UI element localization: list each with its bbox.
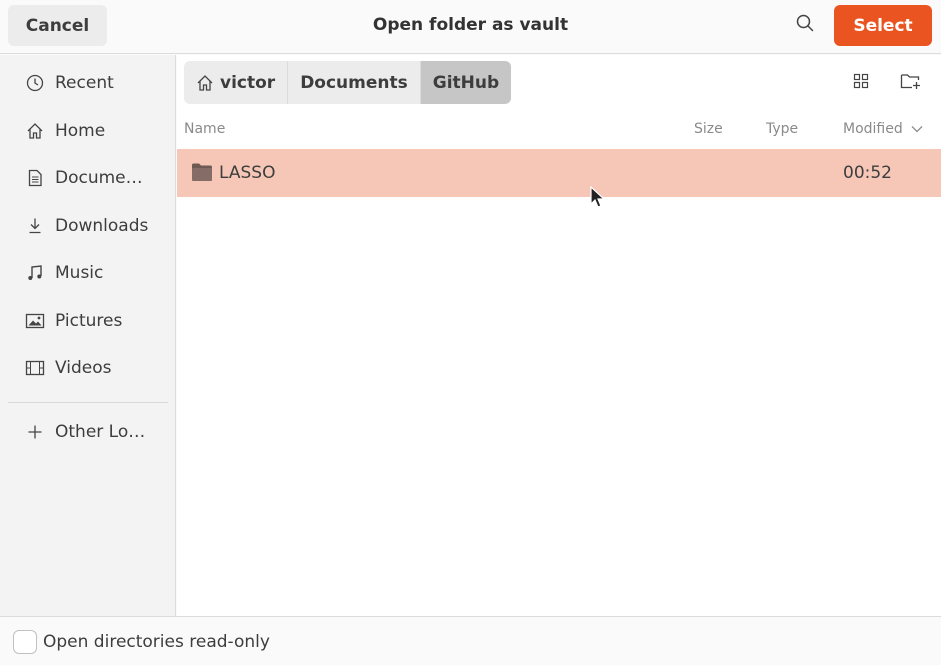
readonly-checkbox-label[interactable]: Open directories read-only (43, 617, 270, 665)
music-icon (24, 262, 46, 284)
sidebar-item-label: Other Lo… (55, 422, 146, 442)
footer-bar: Open directories read-only (0, 616, 941, 665)
film-icon (24, 357, 46, 379)
column-header-name[interactable]: Name (184, 119, 225, 139)
clock-icon (24, 72, 46, 94)
sidebar-divider (8, 402, 168, 403)
sidebar-item-music[interactable]: Music (8, 251, 168, 295)
places-sidebar: Recent Home Docume… Downloads Music Pict… (0, 55, 176, 616)
mouse-pointer-icon (590, 185, 606, 215)
sidebar-item-label: Pictures (55, 311, 123, 331)
file-row-selected[interactable]: LASSO 00:52 (177, 149, 941, 197)
breadcrumb-label: GitHub (432, 72, 500, 93)
home-icon (24, 120, 46, 142)
file-modified: 00:52 (843, 163, 892, 183)
grid-view-icon (853, 73, 869, 94)
column-header-type[interactable]: Type (766, 119, 798, 139)
sidebar-item-documents[interactable]: Docume… (8, 156, 168, 200)
sidebar-item-label: Recent (55, 73, 114, 93)
dialog-title: Open folder as vault (372, 15, 569, 35)
sidebar-item-downloads[interactable]: Downloads (8, 204, 168, 248)
new-folder-icon (900, 72, 922, 95)
download-icon (24, 215, 46, 237)
document-icon (24, 167, 46, 189)
column-header-label: Modified (843, 121, 903, 137)
sidebar-item-label: Home (55, 121, 106, 141)
breadcrumb-label: Documents (300, 72, 408, 93)
breadcrumb: victor Documents GitHub (184, 61, 512, 104)
cancel-button[interactable]: Cancel (8, 5, 107, 46)
column-header-size[interactable]: Size (694, 119, 723, 139)
sidebar-item-label: Music (55, 263, 104, 283)
file-name: LASSO (219, 163, 276, 183)
chevron-down-icon (911, 125, 923, 133)
breadcrumb-item-github[interactable]: GitHub (420, 61, 512, 104)
plus-icon (24, 421, 46, 443)
sidebar-item-videos[interactable]: Videos (8, 346, 168, 390)
sidebar-item-other-locations[interactable]: Other Lo… (8, 410, 168, 454)
sidebar-item-label: Videos (55, 358, 112, 378)
grid-view-button[interactable] (846, 68, 876, 98)
search-button[interactable] (784, 5, 826, 46)
search-icon (796, 14, 814, 37)
file-browser-pane: victor Documents GitHub Name Size Type M… (177, 55, 941, 616)
folder-icon (191, 162, 213, 182)
breadcrumb-item-documents[interactable]: Documents (288, 61, 421, 104)
sidebar-item-home[interactable]: Home (8, 109, 168, 153)
new-folder-button[interactable] (896, 68, 926, 98)
sidebar-item-pictures[interactable]: Pictures (8, 299, 168, 343)
breadcrumb-label: victor (220, 72, 276, 93)
select-button[interactable]: Select (834, 5, 932, 46)
sidebar-item-label: Downloads (55, 216, 149, 236)
sidebar-item-label: Docume… (55, 168, 143, 188)
header-bar: Cancel Open folder as vault Select (0, 0, 941, 54)
home-icon (196, 74, 214, 92)
breadcrumb-item-home[interactable]: victor (184, 61, 289, 104)
readonly-checkbox[interactable] (13, 630, 37, 654)
sidebar-item-recent[interactable]: Recent (8, 61, 168, 105)
picture-icon (24, 310, 46, 332)
column-header-modified[interactable]: Modified (843, 119, 923, 139)
